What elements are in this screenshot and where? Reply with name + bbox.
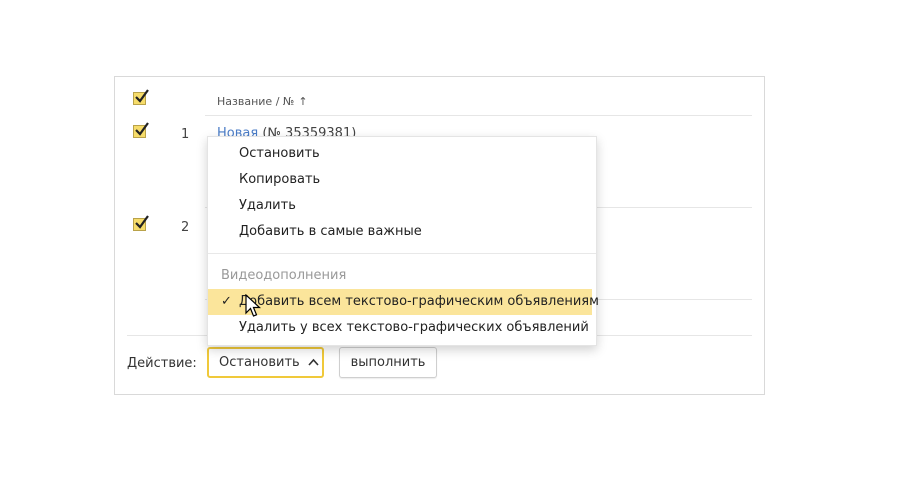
menu-divider xyxy=(208,253,596,254)
action-label: Действие: xyxy=(127,356,197,371)
menu-group-video-addons: Видеодополнения xyxy=(221,268,347,283)
menu-item-remove-video-from-all[interactable]: Удалить у всех текстово-графических объя… xyxy=(208,315,596,341)
column-header-label: Название / № xyxy=(217,95,295,108)
checkmark-icon xyxy=(135,122,149,136)
chevron-up-icon xyxy=(308,349,319,376)
menu-item-copy[interactable]: Копировать xyxy=(208,167,596,193)
menu-item-delete[interactable]: Удалить xyxy=(208,193,596,219)
menu-item-label: Добавить всем текстово-графическим объяв… xyxy=(239,294,599,309)
header-divider xyxy=(205,115,752,116)
row-checkbox-2[interactable] xyxy=(133,215,149,231)
action-dropdown-menu: Остановить Копировать Удалить Добавить в… xyxy=(207,136,599,346)
menu-item-add-video-to-all[interactable]: ✓ Добавить всем текстово-графическим объ… xyxy=(208,289,599,315)
row-number: 1 xyxy=(181,127,190,142)
row-checkbox-1[interactable] xyxy=(133,122,149,138)
row-number: 2 xyxy=(181,220,190,235)
checkmark-icon xyxy=(135,215,149,229)
mouse-pointer-icon xyxy=(245,293,262,322)
select-all-checkbox[interactable] xyxy=(133,89,149,105)
sort-arrow-icon: ↑ xyxy=(298,95,308,108)
action-select[interactable]: Остановить xyxy=(207,347,324,378)
screen: Название / № ↑ 1 Новая (№ 35359381) 2 Дей… xyxy=(0,0,910,480)
column-header-name[interactable]: Название / № ↑ xyxy=(217,95,308,108)
menu-item-stop[interactable]: Остановить xyxy=(208,141,596,167)
action-select-value: Остановить xyxy=(219,355,300,370)
check-icon: ✓ xyxy=(221,294,232,309)
execute-button[interactable]: выполнить xyxy=(339,347,437,378)
checkmark-icon xyxy=(135,89,149,103)
menu-item-add-important[interactable]: Добавить в самые важные xyxy=(208,219,596,245)
